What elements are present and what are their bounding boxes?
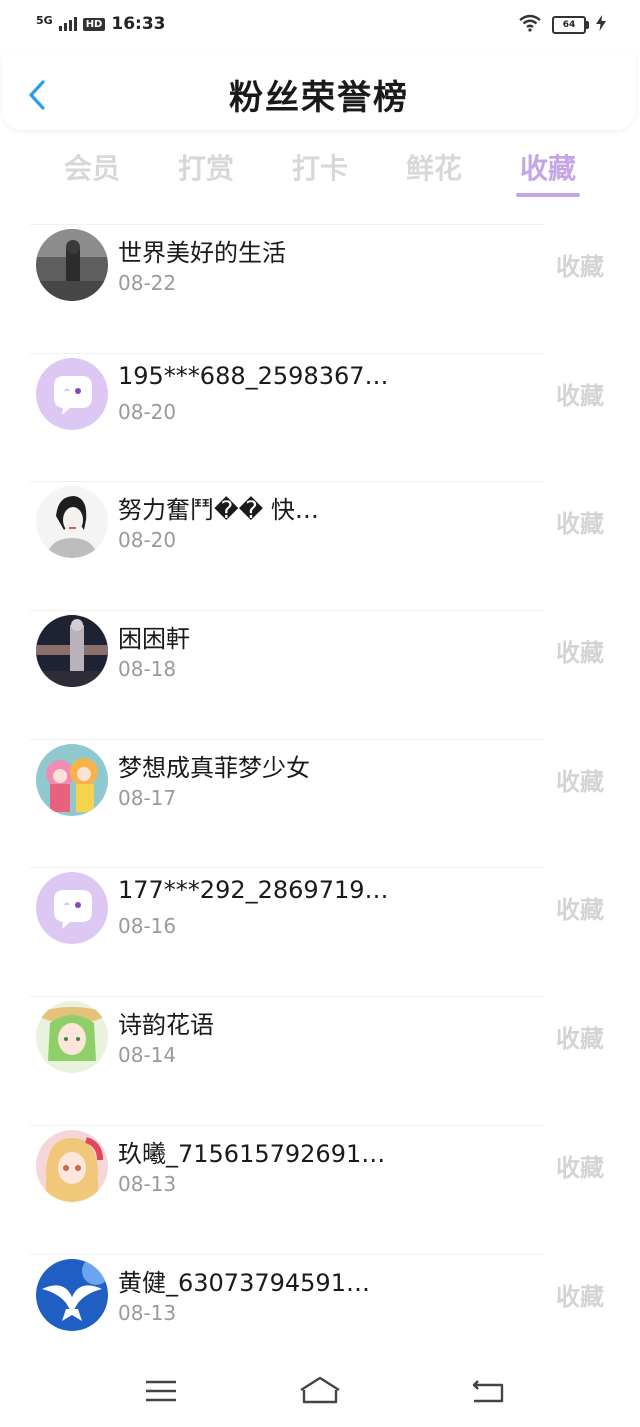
list-item[interactable]: 诗韵花语 08-14 收藏: [30, 996, 604, 1125]
fan-name: 玖曦_715615792691…: [118, 1139, 386, 1168]
avatar: [36, 872, 108, 945]
network-type: 5G: [36, 13, 53, 27]
favorite-label: 收藏: [556, 381, 604, 410]
favorite-label: 收藏: [556, 639, 604, 668]
tab-label: 打卡: [291, 152, 348, 185]
fan-date: 08-22: [118, 271, 177, 295]
favorite-label: 收藏: [556, 1153, 604, 1182]
fan-name: 困困軒: [118, 625, 190, 654]
back-nav-button[interactable]: [466, 1374, 510, 1408]
fan-date: 08-17: [118, 785, 177, 810]
page-title: 粉丝荣誉榜: [229, 78, 409, 118]
fan-name: 177***292_2869719…: [118, 876, 389, 905]
avatar: [36, 486, 108, 559]
avatar: [36, 743, 108, 816]
list-item[interactable]: 177***292_2869719… 08-16 收藏: [30, 867, 604, 996]
fan-list: 世界美好的生活 08-22 收藏 195***688_2598367… 08-2…: [0, 224, 640, 1382]
fan-date: 08-16: [118, 914, 177, 939]
home-button[interactable]: [298, 1374, 342, 1408]
favorite-label: 收藏: [556, 1025, 604, 1054]
fan-name: 努力奮鬥�� 快…: [118, 496, 319, 525]
list-item[interactable]: 困困軒 08-18 收藏: [30, 610, 604, 739]
favorite-label: 收藏: [556, 510, 604, 539]
list-item[interactable]: 195***688_2598367… 08-20 收藏: [30, 352, 604, 482]
fan-name: 黄健_63073794591…: [118, 1268, 370, 1297]
return-icon: [472, 1380, 504, 1403]
hd-badge: HD: [82, 17, 106, 31]
favorite-label: 收藏: [556, 1282, 604, 1311]
favorite-label: 收藏: [556, 253, 604, 281]
fan-date: 08-18: [118, 657, 177, 682]
status-bar: 5G HD 16:33 64: [0, 0, 640, 50]
tab-member[interactable]: 会员: [42, 145, 142, 201]
list-item[interactable]: 世界美好的生活 08-22 收藏: [30, 224, 604, 353]
system-nav-bar: [0, 1360, 640, 1427]
header: 粉丝荣誉榜: [2, 52, 636, 130]
fan-name: 诗韵花语: [118, 1011, 214, 1040]
tab-checkin[interactable]: 打卡: [270, 145, 370, 201]
fan-date: 08-20: [118, 399, 177, 424]
tab-label: 会员: [63, 152, 120, 185]
fan-date: 08-13: [118, 1300, 177, 1325]
avatar: [36, 615, 108, 688]
avatar: [36, 1258, 108, 1331]
avatar: [36, 229, 108, 301]
tab-favorites[interactable]: 收藏: [498, 145, 598, 201]
tab-reward[interactable]: 打赏: [156, 145, 256, 201]
active-tab-indicator: [516, 193, 580, 197]
home-icon: [300, 1376, 340, 1404]
tab-label: 鲜花: [405, 152, 462, 185]
tab-flowers[interactable]: 鲜花: [384, 145, 484, 201]
menu-icon: [146, 1380, 176, 1402]
menu-button[interactable]: [139, 1374, 183, 1408]
fan-name: 195***688_2598367…: [118, 361, 389, 390]
tab-label: 打赏: [177, 152, 234, 185]
battery-icon: 64: [552, 16, 589, 34]
avatar: [36, 1001, 108, 1074]
avatar: [36, 1129, 108, 1202]
fan-date: 08-13: [118, 1171, 177, 1196]
tab-bar: 会员 打赏 打卡 鲜花 收藏: [0, 145, 640, 207]
avatar: [36, 357, 108, 430]
list-item[interactable]: 玖曦_715615792691… 08-13 收藏: [30, 1124, 604, 1254]
tab-label: 收藏: [519, 152, 576, 185]
signal-icon: [58, 17, 77, 31]
fan-name: 梦想成真菲梦少女: [118, 753, 310, 782]
list-item[interactable]: 梦想成真菲梦少女 08-17 收藏: [30, 738, 604, 868]
favorite-label: 收藏: [556, 767, 604, 796]
fan-date: 08-20: [118, 528, 177, 553]
charging-icon: [596, 15, 606, 35]
fan-date: 08-14: [118, 1043, 177, 1068]
list-item[interactable]: 努力奮鬥�� 快… 08-20 收藏: [30, 481, 604, 610]
favorite-label: 收藏: [556, 896, 604, 925]
fan-name: 世界美好的生活: [118, 239, 286, 267]
clock: 16:33: [111, 14, 166, 34]
wifi-icon: [518, 14, 542, 36]
